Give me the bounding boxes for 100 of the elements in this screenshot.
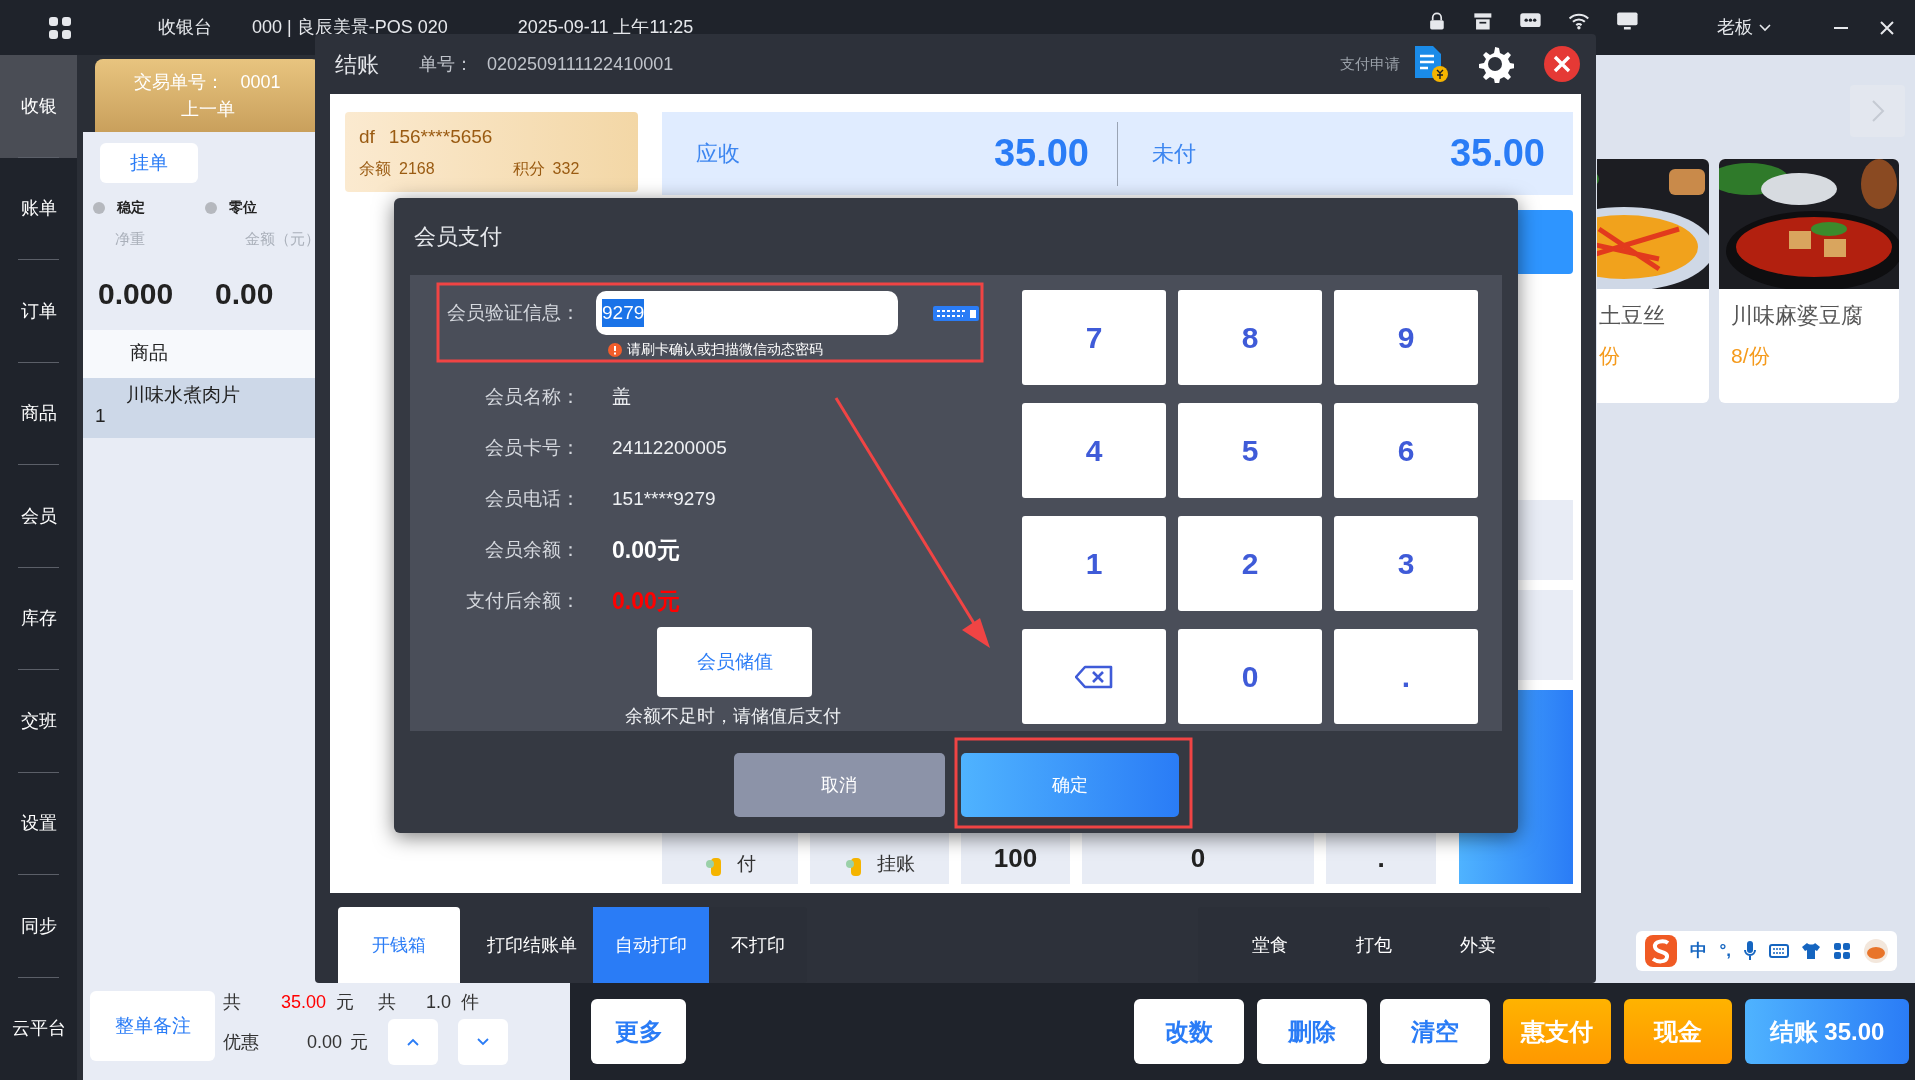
dish-card[interactable]: 土豆丝 份 bbox=[1597, 159, 1709, 403]
currency-unit: 元 bbox=[336, 990, 355, 1014]
order-number-label: 交易单号： bbox=[134, 70, 225, 94]
field-label: 会员验证信息： bbox=[446, 300, 580, 325]
keypad-key[interactable]: 8 bbox=[1178, 290, 1322, 385]
settings-icon[interactable] bbox=[1476, 45, 1514, 83]
sidebar-item[interactable]: 同步 bbox=[0, 875, 77, 978]
balance-label: 余额 bbox=[359, 159, 391, 180]
sidebar-item[interactable]: 交班 bbox=[0, 670, 77, 773]
payment-icon bbox=[844, 856, 863, 878]
print-option[interactable]: 不打印 bbox=[709, 907, 807, 983]
dish-price: 份 bbox=[1599, 343, 1620, 369]
action-button[interactable]: 删除 bbox=[1257, 999, 1367, 1064]
monitor-icon[interactable] bbox=[1616, 11, 1639, 30]
keypad-key[interactable]: 2 bbox=[1178, 516, 1322, 611]
keypad-key[interactable]: 5 bbox=[1178, 403, 1322, 498]
field-value: 151****9279 bbox=[612, 487, 716, 512]
apps-icon[interactable] bbox=[48, 15, 72, 40]
user-menu[interactable]: 老板 bbox=[1717, 14, 1771, 41]
summary-label: 未付 bbox=[1152, 140, 1196, 168]
keypad-key[interactable]: 3 bbox=[1334, 516, 1478, 611]
weight-value: 0.000 bbox=[98, 275, 174, 312]
member-name: df bbox=[359, 124, 375, 149]
note-text: 余额不足时，请储值后支付 bbox=[625, 705, 841, 728]
cash-drawer-button[interactable]: 开钱箱 bbox=[338, 907, 460, 983]
quick-pay-amount: . bbox=[1377, 842, 1385, 875]
chevron-right-icon bbox=[1870, 99, 1885, 123]
keypad-key[interactable]: 0 bbox=[1178, 629, 1322, 724]
sidebar-item[interactable]: 会员 bbox=[0, 465, 77, 568]
dialog-title: 会员支付 bbox=[414, 223, 502, 251]
keypad-key[interactable]: . bbox=[1334, 629, 1478, 724]
action-button[interactable]: 改数 bbox=[1134, 999, 1244, 1064]
mascot-icon[interactable] bbox=[1863, 938, 1889, 964]
keyboard-icon[interactable] bbox=[1769, 943, 1789, 959]
summary-label: 应收 bbox=[696, 140, 740, 168]
column-header: 商品 bbox=[130, 341, 168, 366]
chevron-up-icon bbox=[407, 1038, 420, 1046]
modal-title: 结账 bbox=[335, 50, 379, 79]
dine-option[interactable]: 堂食 bbox=[1218, 907, 1322, 983]
row-number: 1 bbox=[95, 403, 106, 428]
ime-option[interactable]: 中 bbox=[1690, 938, 1708, 964]
quick-pay-amount: 100 bbox=[993, 842, 1038, 875]
keypad-key[interactable]: 4 bbox=[1022, 403, 1166, 498]
total-label: 共 bbox=[223, 990, 241, 1014]
print-label: 打印结账单 bbox=[487, 933, 577, 957]
microphone-icon[interactable] bbox=[1743, 940, 1757, 962]
remark-button[interactable]: 整单备注 bbox=[90, 991, 215, 1061]
dine-option[interactable]: 打包 bbox=[1322, 907, 1426, 983]
order-number: 0202509111122410001 bbox=[487, 52, 674, 76]
confirm-button[interactable]: 确定 bbox=[960, 753, 1179, 817]
sidebar-item[interactable]: 订单 bbox=[0, 260, 77, 363]
action-button[interactable]: 清空 bbox=[1380, 999, 1490, 1064]
caret-icon bbox=[1759, 23, 1771, 32]
quick-pay-label: 付 bbox=[736, 851, 756, 876]
message-icon[interactable] bbox=[1519, 11, 1542, 30]
hold-order-button[interactable]: 挂单 bbox=[100, 143, 198, 183]
balance-value: 2168 bbox=[399, 159, 435, 180]
sidebar-item[interactable]: 商品 bbox=[0, 362, 77, 465]
more-button[interactable]: 更多 bbox=[591, 999, 686, 1064]
keypad-key[interactable]: 7 bbox=[1022, 290, 1166, 385]
keyboard-icon[interactable] bbox=[932, 303, 980, 323]
lock-icon[interactable] bbox=[1427, 11, 1447, 30]
dish-card[interactable]: 川味麻婆豆腐 8/份 bbox=[1719, 159, 1899, 403]
field-label: 会员名称： bbox=[484, 385, 580, 410]
quick-pay-label: 挂账 bbox=[876, 851, 915, 876]
invoice-icon[interactable] bbox=[1412, 45, 1448, 83]
wifi-icon[interactable] bbox=[1567, 11, 1590, 30]
recharge-button[interactable]: 会员储值 bbox=[657, 627, 812, 697]
order-number-label: 单号： bbox=[419, 52, 473, 76]
grid-icon[interactable] bbox=[1833, 942, 1851, 960]
ime-logo-icon[interactable] bbox=[1644, 934, 1679, 968]
dish-name: 川味麻婆豆腐 bbox=[1731, 302, 1863, 330]
chevron-down-icon bbox=[477, 1038, 490, 1046]
sidebar-item[interactable]: 设置 bbox=[0, 772, 77, 875]
currency-unit: 元 bbox=[350, 1030, 369, 1054]
keypad-key[interactable]: 1 bbox=[1022, 516, 1166, 611]
cancel-button[interactable]: 取消 bbox=[733, 753, 945, 817]
field-value: 24112200005 bbox=[612, 436, 727, 461]
keypad-key[interactable]: 6 bbox=[1334, 403, 1478, 498]
sidebar-item[interactable]: 收银 bbox=[0, 55, 77, 158]
points-value: 332 bbox=[552, 159, 580, 180]
sidebar-item[interactable]: 库存 bbox=[0, 567, 77, 670]
verify-input[interactable]: 9279 bbox=[596, 291, 898, 335]
close-icon[interactable] bbox=[1544, 46, 1580, 82]
total-amount: 35.00 bbox=[281, 990, 327, 1014]
warning-icon bbox=[608, 342, 622, 357]
field-value: 盖 bbox=[612, 385, 631, 410]
quantity-unit: 件 bbox=[461, 990, 480, 1014]
field-value: 0.00元 bbox=[612, 536, 680, 566]
sidebar-item[interactable]: 云平台 bbox=[0, 977, 77, 1080]
close-icon[interactable] bbox=[1879, 19, 1895, 36]
cash-drawer-icon[interactable] bbox=[1472, 11, 1494, 30]
quick-pay-amount: 0 bbox=[1190, 842, 1206, 875]
amount-label: 金额（元） bbox=[245, 229, 320, 249]
dine-option[interactable]: 外卖 bbox=[1426, 907, 1530, 983]
print-option[interactable]: 自动打印 bbox=[593, 907, 709, 983]
keypad-key[interactable]: 9 bbox=[1334, 290, 1478, 385]
ime-option[interactable]: °, bbox=[1719, 938, 1731, 964]
sidebar-item[interactable]: 账单 bbox=[0, 157, 77, 260]
shirt-icon[interactable] bbox=[1801, 942, 1821, 960]
